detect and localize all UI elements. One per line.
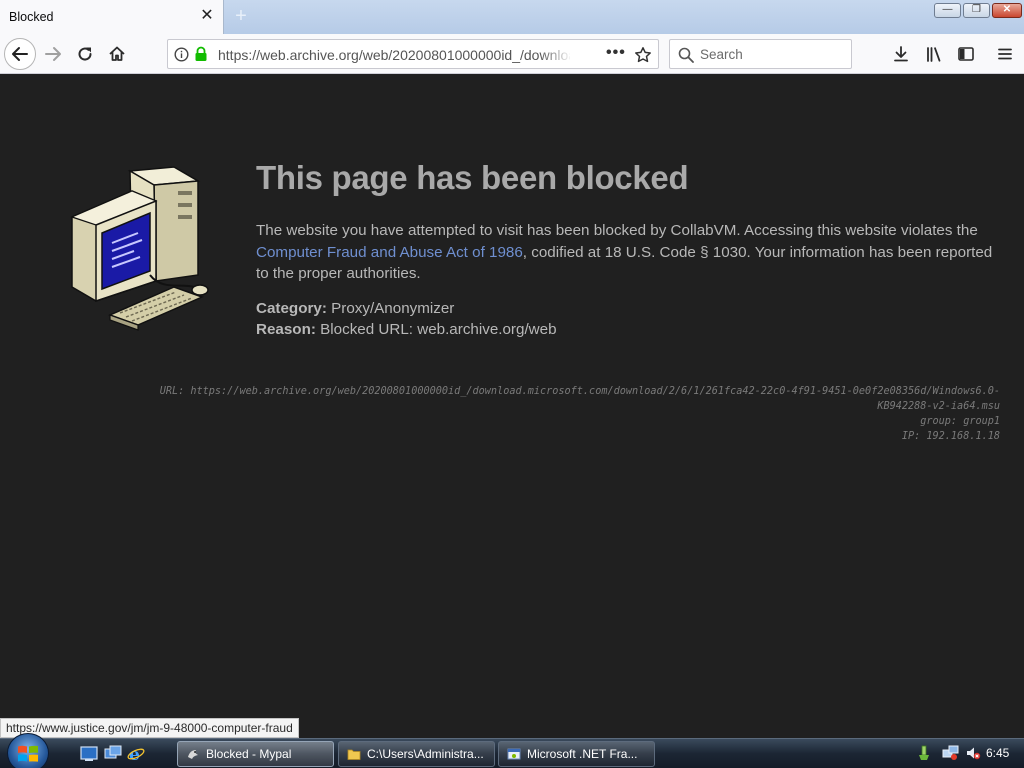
tab-title: Blocked <box>9 10 54 24</box>
network-icon[interactable] <box>942 745 959 761</box>
safely-remove-hardware-icon[interactable] <box>916 745 932 761</box>
reload-icon <box>78 47 92 61</box>
taskbar-button-label: C:\Users\Administra... <box>367 747 484 761</box>
reload-button[interactable] <box>70 39 100 69</box>
taskbar-clock[interactable]: 6:45 <box>986 746 1009 760</box>
windows-logo-icon <box>18 745 38 762</box>
debug-url-line-2: KB942288-v2-ia64.msu <box>877 401 1000 412</box>
close-window-button[interactable]: ✕ <box>992 3 1022 18</box>
tab-close-button[interactable]: ✕ <box>199 8 215 24</box>
minimize-button[interactable]: — <box>934 3 961 18</box>
url-fade <box>540 42 572 66</box>
navigation-toolbar: https://web.archive.org/web/202008010000… <box>0 34 1024 74</box>
cfaa-law-link[interactable]: Computer Fraud and Abuse Act of 1986 <box>256 244 523 261</box>
debug-url-line-1: URL: https://web.archive.org/web/2020080… <box>159 386 1000 397</box>
category-value: Proxy/Anonymizer <box>331 300 455 317</box>
category-label: Category: <box>256 300 327 317</box>
forward-button[interactable] <box>38 39 68 69</box>
search-bar[interactable] <box>669 39 852 69</box>
debug-ip-line: IP: 192.168.1.18 <box>901 431 1000 442</box>
description-text-start: The website you have attempted to visit … <box>256 222 978 239</box>
tab-blocked[interactable]: Blocked ✕ <box>0 0 224 34</box>
home-button[interactable] <box>102 39 132 69</box>
sidebar-button[interactable] <box>951 39 981 69</box>
taskbar-button-dotnet[interactable]: Microsoft .NET Fra... <box>498 741 655 767</box>
sidebar-icon <box>958 47 974 61</box>
search-icon <box>678 47 694 63</box>
page-actions-button[interactable]: ••• <box>606 44 626 62</box>
taskbar-button-mypal[interactable]: Blocked - Mypal <box>177 741 334 767</box>
taskbar: e Blocked - Mypal C:\Users\Administra...… <box>0 733 1024 768</box>
taskbar-button-label: Blocked - Mypal <box>206 747 292 761</box>
forward-arrow-icon <box>45 47 61 61</box>
library-button[interactable] <box>919 39 949 69</box>
retro-computer-icon <box>70 166 209 331</box>
info-icon[interactable] <box>174 47 189 62</box>
mypal-browser-icon <box>188 750 198 759</box>
page-content: This page has been blocked The website y… <box>0 75 1024 738</box>
start-button[interactable] <box>7 733 49 768</box>
downloads-button[interactable] <box>886 39 916 69</box>
reason-line: Reason: Blocked URL: web.archive.org/web <box>256 321 557 338</box>
back-button[interactable] <box>4 38 36 70</box>
taskbar-button-label: Microsoft .NET Fra... <box>527 747 638 761</box>
category-line: Category: Proxy/Anonymizer <box>256 300 454 317</box>
debug-group-line: group: group1 <box>920 416 1000 427</box>
search-input[interactable] <box>700 45 845 63</box>
reason-value: Blocked URL: web.archive.org/web <box>320 321 557 338</box>
url-text[interactable]: https://web.archive.org/web/202008010000… <box>218 47 570 65</box>
hamburger-menu-icon <box>998 48 1012 60</box>
download-icon <box>894 46 908 62</box>
volume-muted-icon[interactable] <box>965 745 981 761</box>
status-bar-link: https://www.justice.gov/jm/jm-9-48000-co… <box>0 718 299 738</box>
address-bar[interactable]: https://web.archive.org/web/202008010000… <box>167 39 659 69</box>
request-details: URL: https://web.archive.org/web/2020080… <box>30 384 1000 444</box>
block-description: The website you have attempted to visit … <box>256 220 1008 285</box>
internet-explorer-icon[interactable]: e <box>127 745 145 762</box>
lock-icon[interactable] <box>194 46 208 62</box>
new-tab-button[interactable]: + <box>230 5 252 27</box>
tab-strip: Blocked ✕ + — ❐ ✕ <box>0 0 1024 34</box>
back-arrow-icon <box>12 47 28 61</box>
switch-windows-icon[interactable] <box>104 745 122 762</box>
open-menu-button[interactable] <box>990 39 1020 69</box>
installer-icon <box>507 748 521 760</box>
home-icon <box>109 46 125 61</box>
library-icon <box>927 47 941 62</box>
star-icon[interactable] <box>634 46 652 64</box>
reason-label: Reason: <box>256 321 316 338</box>
page-heading: This page has been blocked <box>256 159 689 196</box>
folder-icon <box>347 749 361 760</box>
taskbar-button-explorer[interactable]: C:\Users\Administra... <box>338 741 495 767</box>
show-desktop-icon[interactable] <box>80 745 98 762</box>
maximize-button[interactable]: ❐ <box>963 3 990 18</box>
